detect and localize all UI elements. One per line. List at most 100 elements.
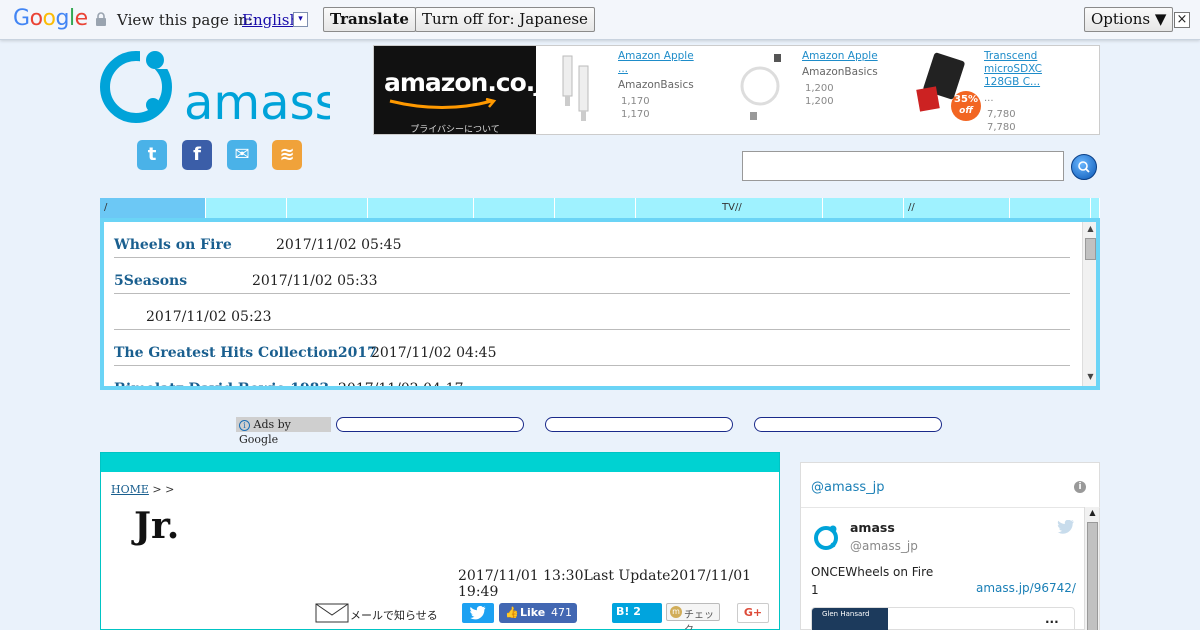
news-date: 2017/11/02 05:23: [146, 309, 272, 325]
search-input[interactable]: [742, 151, 1064, 181]
news-title[interactable]: The Greatest Hits Collection2017: [114, 345, 377, 361]
mixi-label: チェック: [684, 610, 714, 630]
news-item[interactable]: Wheels on Fire 2017/11/02 05:45: [114, 222, 1070, 258]
news-title[interactable]: 5Seasons: [114, 273, 187, 289]
article-title: Jr.: [134, 505, 180, 547]
news-ticker: Wheels on Fire 2017/11/02 05:45 5Seasons…: [100, 218, 1100, 390]
twitter-scrollbar[interactable]: ▲: [1084, 507, 1099, 630]
nav-tab[interactable]: /: [100, 198, 206, 218]
twitter-bird-icon[interactable]: [1057, 520, 1075, 534]
language-dropdown-icon[interactable]: ▾: [293, 12, 308, 27]
google-plus-button[interactable]: G+: [737, 603, 769, 623]
twitter-bird-icon: [470, 606, 486, 620]
facebook-icon[interactable]: f: [182, 140, 212, 170]
article: HOME > > Jr. 2017/11/01 13:30Last Update…: [100, 452, 780, 630]
discount-badge: 35% off: [951, 91, 981, 121]
amazon-ad-banner[interactable]: amazon.co.jp プライバシーについて Amazon Apple ...…: [373, 45, 1100, 135]
ad-link[interactable]: [336, 417, 524, 432]
tweet-link[interactable]: amass.jp/96742/: [976, 581, 1076, 595]
news-date: 2017/11/02 05:45: [276, 237, 402, 253]
news-item[interactable]: The Greatest Hits Collection2017 2017/11…: [114, 330, 1070, 366]
scroll-up-icon[interactable]: ▲: [1085, 508, 1100, 517]
news-item[interactable]: 5Seasons 2017/11/02 05:33: [114, 258, 1070, 294]
nav-tab[interactable]: [823, 198, 904, 218]
scroll-thumb[interactable]: [1085, 238, 1096, 260]
nav-tab[interactable]: [1091, 198, 1100, 218]
news-scrollbar[interactable]: ▲ ▼: [1082, 222, 1096, 386]
mail-icon[interactable]: ✉: [227, 140, 257, 170]
twitter-widget: @amass_jp i amass @amass_jp ONCEWheels o…: [800, 462, 1100, 630]
news-title[interactable]: Wheels on Fire: [114, 237, 232, 253]
news-item[interactable]: Bimelatz David Bowie 1983 2017/11/02 04:…: [114, 366, 1070, 390]
info-icon[interactable]: i: [1074, 481, 1086, 493]
tweet-author-name[interactable]: amass: [850, 520, 895, 535]
site-header: amass t f ✉ ≋ amazon.co.jp プライバシーについて Am…: [100, 45, 1100, 195]
hatena-label: B! 2: [616, 605, 641, 618]
amass-logo[interactable]: amass: [100, 45, 330, 127]
google-logo: Google: [13, 6, 88, 31]
amazon-item[interactable]: Amazon Apple AmazonBasics 1,200 1,200: [734, 46, 909, 134]
info-icon: i: [239, 419, 250, 431]
tweet-text: ONCEWheels on Fire 1: [811, 565, 934, 597]
mail-share[interactable]: メールで知らせる: [315, 603, 455, 625]
cable-image: [740, 54, 781, 120]
nav-tab[interactable]: [287, 198, 368, 218]
mail-share-label: メールで知らせる: [350, 609, 438, 622]
ad-link[interactable]: [754, 417, 942, 432]
scroll-up-icon[interactable]: ▲: [1083, 224, 1096, 238]
nav-tab[interactable]: [555, 198, 636, 218]
view-page-label: View this page in:: [117, 11, 254, 29]
category-nav: / TV// //: [100, 198, 1100, 218]
hatena-bookmark-button[interactable]: B! 2: [612, 603, 662, 623]
ads-by-google[interactable]: i Ads by Google: [236, 417, 331, 446]
breadcrumb: HOME > >: [111, 483, 174, 496]
amazon-item[interactable]: 35% off Transcend microSDXC 128GB C... .…: [914, 46, 1099, 134]
options-button[interactable]: Options ▼: [1084, 7, 1174, 32]
nav-tab[interactable]: [368, 198, 474, 218]
scroll-down-icon[interactable]: ▼: [1083, 372, 1096, 386]
news-title[interactable]: Bimelatz David Bowie 1983: [114, 381, 329, 386]
scroll-thumb[interactable]: [1087, 522, 1098, 630]
translate-button[interactable]: Translate: [323, 7, 416, 32]
rss-icon[interactable]: ≋: [272, 140, 302, 170]
nav-tab[interactable]: TV//: [636, 198, 823, 218]
thumbs-up-icon: 👍: [505, 606, 519, 619]
search-icon[interactable]: [1071, 154, 1097, 180]
tweet[interactable]: amass @amass_jp ONCEWheels on Fire 1 ama…: [801, 507, 1100, 630]
avatar[interactable]: [811, 520, 843, 552]
breadcrumb-home[interactable]: HOME: [111, 483, 149, 496]
like-count: 471: [551, 606, 572, 619]
nav-tab[interactable]: //: [904, 198, 1010, 218]
nav-tab[interactable]: [474, 198, 555, 218]
tweet-card[interactable]: Glen Hansard ...: [811, 607, 1075, 630]
like-label: Like: [520, 606, 546, 619]
tweet-button[interactable]: [462, 603, 494, 623]
news-date: 2017/11/02 04:45: [371, 345, 497, 361]
close-icon[interactable]: ×: [1174, 12, 1190, 28]
gplus-label: G+: [743, 606, 763, 619]
news-item[interactable]: 2017/11/02 05:23: [114, 294, 1070, 330]
news-date: 2017/11/02 04:17: [338, 381, 464, 390]
nav-tab[interactable]: [206, 198, 287, 218]
tweet-author-handle[interactable]: @amass_jp: [850, 539, 918, 553]
cable-image: [562, 55, 589, 121]
twitter-icon[interactable]: t: [137, 140, 167, 170]
article-date: 2017/11/01 13:30Last Update2017/11/01 19…: [458, 568, 752, 600]
more-icon[interactable]: ...: [1045, 612, 1059, 626]
svg-text:amass: amass: [184, 75, 330, 127]
news-date: 2017/11/02 05:33: [252, 273, 378, 289]
ad-link[interactable]: [545, 417, 733, 432]
amazon-logo[interactable]: amazon.co.jp プライバシーについて: [374, 46, 560, 135]
translate-bar: Google View this page in: English ▾ Tran…: [0, 0, 1200, 40]
tweet-card-image: Glen Hansard: [812, 608, 888, 630]
amazon-item[interactable]: Amazon Apple ... AmazonBasics 1,170 1,17…: [549, 46, 729, 134]
envelope-icon: [315, 603, 349, 623]
language-link[interactable]: English: [242, 11, 299, 29]
breadcrumb-separator: > >: [152, 483, 175, 496]
facebook-like-button[interactable]: 👍 Like 471: [499, 603, 577, 623]
mixi-check-button[interactable]: m チェック: [666, 603, 720, 630]
nav-tab[interactable]: [1010, 198, 1091, 218]
twitter-widget-title[interactable]: @amass_jp: [811, 480, 885, 495]
amazon-smile-icon: [389, 98, 497, 109]
turn-off-button[interactable]: Turn off for: Japanese: [415, 7, 595, 32]
